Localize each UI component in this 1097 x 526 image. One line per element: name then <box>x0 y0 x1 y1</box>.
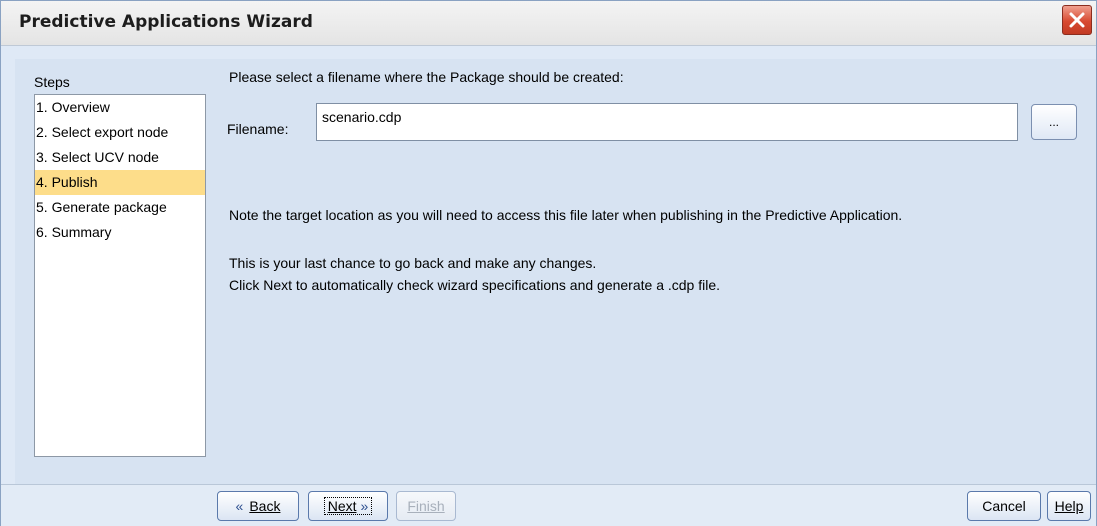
note-last-chance: This is your last chance to go back and … <box>229 255 597 271</box>
step-summary[interactable]: 6. Summary <box>35 220 205 245</box>
help-button[interactable]: Help <box>1047 491 1091 521</box>
filename-label: Filename: <box>227 121 289 137</box>
step-select-ucv-node[interactable]: 3. Select UCV node <box>35 145 205 170</box>
title-bar[interactable]: Predictive Applications Wizard <box>1 1 1096 46</box>
close-icon <box>1069 12 1085 28</box>
back-label: Back <box>249 498 281 514</box>
note-click-next: Click Next to automatically check wizard… <box>229 277 721 293</box>
finish-button[interactable]: Finish <box>396 491 456 521</box>
wizard-window: Predictive Applications Wizard Steps 1. … <box>0 0 1097 526</box>
next-button[interactable]: Next » <box>308 491 388 521</box>
help-label: Help <box>1054 498 1084 514</box>
browse-button[interactable]: ... <box>1031 104 1077 140</box>
next-label: Next <box>327 498 357 514</box>
step-generate-package[interactable]: 5. Generate package <box>35 195 205 220</box>
window-title: Predictive Applications Wizard <box>19 12 313 32</box>
next-focus-ring: Next » <box>323 497 373 515</box>
wizard-content: Steps 1. Overview 2. Select export node … <box>15 59 1096 484</box>
steps-label: Steps <box>34 74 70 90</box>
cancel-button[interactable]: Cancel <box>967 491 1041 521</box>
cancel-label: Cancel <box>982 498 1026 514</box>
filename-value: scenario.cdp <box>322 109 402 125</box>
close-button[interactable] <box>1062 5 1092 35</box>
button-bar: « Back Next » Finish Cancel Help <box>1 484 1096 526</box>
double-chevron-left-icon: « <box>235 498 244 514</box>
double-chevron-right-icon: » <box>360 498 369 514</box>
back-button[interactable]: « Back <box>217 491 299 521</box>
step-publish[interactable]: 4. Publish <box>35 170 205 195</box>
filename-input[interactable]: scenario.cdp <box>316 103 1018 141</box>
step-overview[interactable]: 1. Overview <box>35 95 205 120</box>
filename-prompt: Please select a filename where the Packa… <box>229 69 624 85</box>
note-target-location: Note the target location as you will nee… <box>229 207 903 223</box>
finish-label: Finish <box>407 498 445 514</box>
step-select-export-node[interactable]: 2. Select export node <box>35 120 205 145</box>
steps-list: 1. Overview 2. Select export node 3. Sel… <box>34 94 206 457</box>
